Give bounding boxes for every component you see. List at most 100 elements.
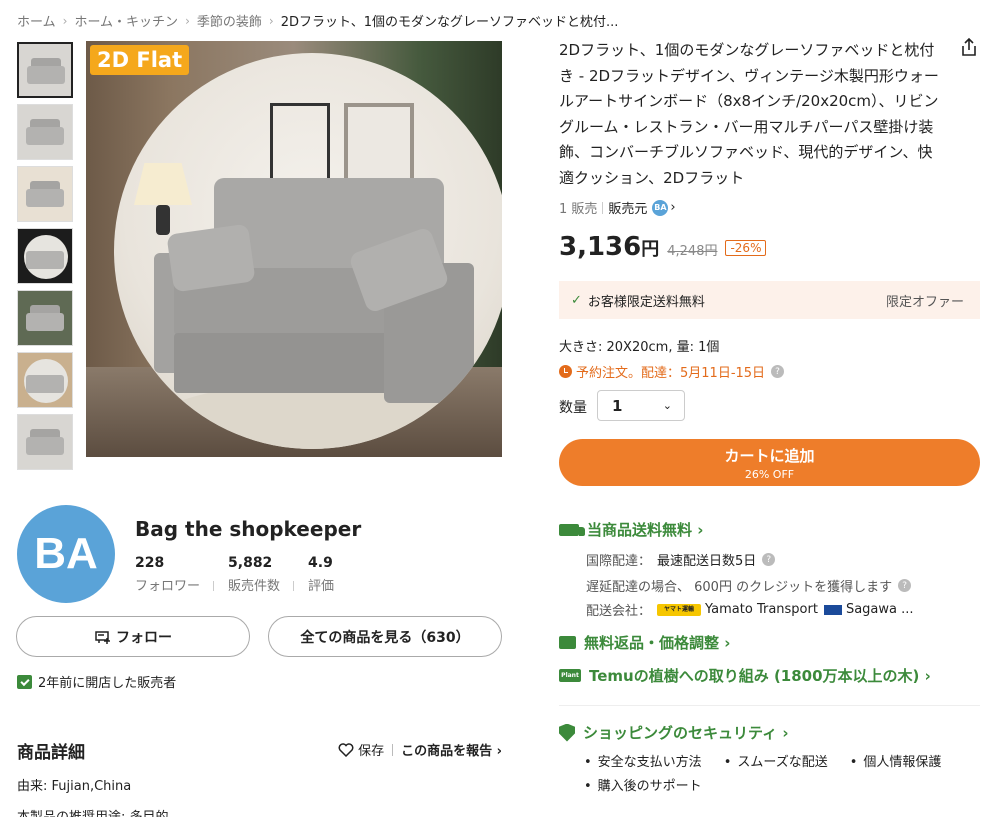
usage-text: 本製品の推奨用途: 多目的 — [17, 806, 169, 817]
stat-label: フォロワー — [135, 579, 201, 594]
breadcrumb-current: 2Dフラット、1個のモダンなグレーソファベッドと枕付... — [280, 15, 619, 30]
divider — [392, 743, 394, 756]
lamp-base — [156, 205, 170, 235]
security-list: 購入後のサポート — [584, 775, 724, 794]
main-product-image[interactable]: 2D Flat — [86, 41, 502, 457]
promo-offer-label: 限定オファー — [885, 294, 964, 310]
truck-icon — [559, 523, 585, 536]
carrier-row: 配送会社： ヤマト運輸 Yamato Transport Sagawa ... — [586, 600, 914, 619]
lamp-shade — [134, 163, 192, 205]
pillow-left — [166, 223, 256, 293]
carrier-label: 配送会社： — [586, 604, 652, 619]
clock-icon — [559, 365, 572, 378]
share-icon[interactable] — [960, 37, 978, 57]
follow-store-icon — [95, 630, 110, 644]
divider — [559, 705, 980, 706]
price-row: 3,136 円 4,248円 -26% — [559, 232, 767, 262]
breadcrumb-separator: › — [268, 13, 274, 28]
free-shipping-link[interactable]: 当商品送料無料 › — [559, 519, 703, 540]
breadcrumb: ホーム › ホーム・キッチン › 季節の装飾 › 2Dフラット、1個のモダンなグ… — [17, 11, 619, 31]
thumbnail-1[interactable] — [17, 42, 73, 98]
chevron-right-icon[interactable]: › — [670, 200, 675, 215]
shop-name[interactable]: Bag the shopkeeper — [135, 517, 361, 541]
view-all-products-button[interactable]: 全ての商品を見る（630） — [268, 616, 502, 657]
stat-value: 5,882 — [228, 555, 273, 571]
shopping-security-link[interactable]: ショッピングのセキュリティ › — [559, 722, 789, 743]
stat-sales: 5,882 販売件数 — [228, 555, 295, 594]
breadcrumb-home-kitchen[interactable]: ホーム・キッチン — [74, 11, 178, 30]
heart-icon[interactable] — [338, 742, 354, 757]
security-title: ショッピングのセキュリティ › — [583, 724, 789, 742]
quantity-select[interactable]: 1 ⌄ — [597, 390, 685, 421]
plant-icon: Plant — [559, 669, 581, 682]
thumbnail-5[interactable] — [17, 290, 73, 346]
security-item: スムーズな配送 — [724, 751, 827, 770]
save-button[interactable]: 保存 — [358, 740, 384, 759]
help-icon[interactable]: ? — [762, 553, 776, 566]
seller-line: 1 販売 販売元 BA › — [559, 198, 676, 217]
seller-label[interactable]: 販売元 — [608, 198, 647, 217]
thumbnail-3[interactable] — [17, 166, 73, 222]
seller-badge[interactable]: BA — [652, 199, 669, 216]
thumbnail-6[interactable] — [17, 352, 73, 408]
size-quantity-info: 大きさ: 20X20cm, 量: 1個 — [559, 340, 720, 355]
help-icon[interactable]: ? — [771, 365, 785, 378]
sagawa-logo — [823, 604, 842, 615]
shop-opened-info: 2年前に開店した販売者 — [17, 672, 176, 691]
intl-value: 最速配送日数5日 — [657, 554, 757, 569]
add-to-cart-button[interactable]: カートに追加 26% OFF — [559, 439, 980, 486]
return-icon — [559, 636, 576, 649]
stat-value: 228 — [135, 555, 165, 571]
security-item: 個人情報保護 — [850, 751, 941, 770]
add-to-cart-label: カートに追加 — [724, 446, 815, 465]
quantity-value: 1 — [612, 396, 623, 415]
security-item: 安全な支払い方法 — [584, 751, 702, 770]
2d-flat-badge: 2D Flat — [90, 45, 190, 75]
stat-rating: 4.9 評価 — [308, 555, 348, 594]
breadcrumb-home[interactable]: ホーム — [17, 11, 56, 30]
carrier-yamato: Yamato Transport — [705, 602, 818, 617]
thumbnail-4[interactable] — [17, 228, 73, 284]
add-to-cart-discount: 26% OFF — [744, 467, 795, 481]
delay-credit-row: 遅延配達の場合、 600円 のクレジットを獲得します ? — [586, 576, 912, 595]
breadcrumb-seasonal-decor[interactable]: 季節の装飾 — [197, 11, 262, 30]
thumbnail-7[interactable] — [17, 414, 73, 470]
discount-badge: -26% — [725, 240, 767, 256]
breadcrumb-separator: › — [62, 13, 68, 28]
follow-button[interactable]: フォロー — [16, 616, 250, 657]
preorder-info: 予約注文。配達：5月11日-15日 ? — [559, 362, 785, 381]
stat-label: 評価 — [308, 579, 335, 594]
free-shipping-label: 当商品送料無料 › — [587, 521, 704, 539]
tree-planting-link[interactable]: Plant Temuの植樹への取り組み (1800万本以上の木) › — [559, 665, 931, 686]
product-details-title: 商品詳細 — [17, 743, 85, 763]
promo-text: お客様限定送料無料 — [587, 294, 705, 310]
yamato-logo: ヤマト運輸 — [657, 603, 702, 616]
stat-label: 販売件数 — [228, 579, 281, 594]
thumbnail-list — [17, 42, 73, 476]
free-returns-link[interactable]: 無料返品・価格調整 › — [559, 632, 730, 653]
security-list: 安全な支払い方法 スムーズな配送 個人情報保護 — [584, 751, 963, 770]
details-actions: 保存 この商品を報告 › — [338, 740, 502, 759]
check-icon: ✓ — [571, 292, 582, 308]
thumbnail-2[interactable] — [17, 104, 73, 160]
intl-label: 国際配達： — [586, 554, 652, 569]
help-icon[interactable]: ? — [898, 579, 912, 592]
opened-text: 2年前に開店した販売者 — [38, 676, 177, 691]
shield-icon — [559, 723, 575, 742]
product-title: 2Dフラット、1個のモダンなグレーソファベッドと枕付き - 2Dフラットデザイン… — [559, 41, 939, 187]
free-returns-label: 無料返品・価格調整 › — [584, 634, 731, 652]
shop-avatar[interactable]: BA — [17, 505, 115, 603]
divider — [602, 201, 604, 214]
report-button[interactable]: この商品を報告 › — [401, 740, 502, 759]
security-item: 購入後のサポート — [584, 775, 702, 794]
calendar-check-icon — [17, 674, 32, 689]
round-sign-board — [114, 53, 502, 449]
quantity-label: 数量 — [559, 400, 587, 416]
promo-banner: ✓ お客様限定送料無料 限定オファー — [559, 281, 980, 319]
carrier-sagawa[interactable]: Sagawa ... — [846, 602, 914, 617]
breadcrumb-separator: › — [185, 13, 190, 28]
shop-stats: 228 フォロワー 5,882 販売件数 4.9 評価 — [135, 555, 362, 594]
current-price: 3,136 — [559, 232, 642, 262]
intl-shipping-row: 国際配達： 最速配送日数5日 ? — [586, 550, 776, 569]
origin-text: 由来: Fujian,China — [17, 779, 132, 794]
